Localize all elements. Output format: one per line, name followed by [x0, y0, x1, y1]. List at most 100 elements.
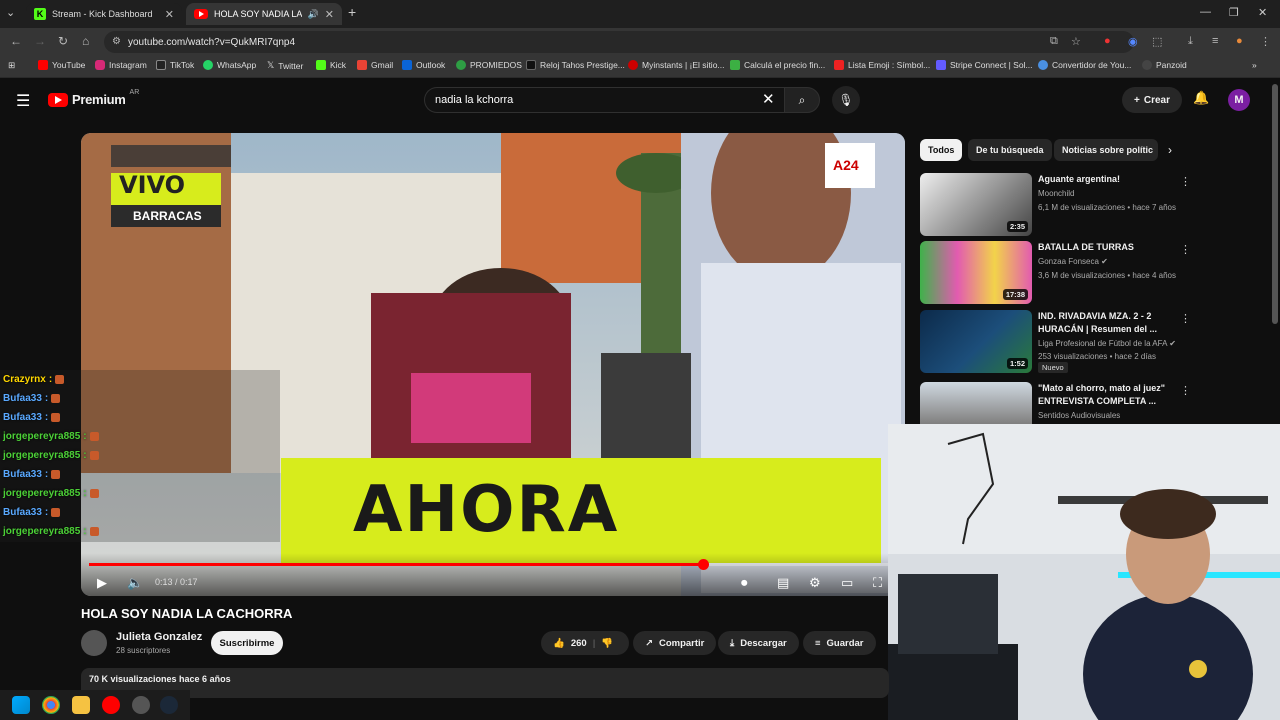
autoplay-toggle[interactable]: ⏺ [741, 575, 748, 591]
maximize-icon[interactable]: ❐ [1229, 6, 1239, 19]
bookmark-myinstants[interactable]: Myinstants | ¡El sitio... [628, 60, 725, 70]
bookmark-panzoid[interactable]: Panzoid [1142, 60, 1187, 70]
chevron-right-icon[interactable]: › [1168, 143, 1172, 157]
extension-icon[interactable]: ◉ [1128, 35, 1138, 48]
volume-icon[interactable]: 🔈 [127, 575, 143, 591]
bookmark-gmail[interactable]: Gmail [357, 60, 393, 70]
bookmark-calcula[interactable]: Calculá el precio fin... [730, 60, 825, 70]
more-options-icon[interactable]: ⋮ [1180, 243, 1191, 256]
recommendation-title[interactable]: IND. RIVADAVIA MZA. 2 - 2 HURACÁN | Resu… [1038, 310, 1173, 336]
clear-search-icon[interactable]: ✕ [762, 90, 775, 108]
more-bookmarks-icon[interactable]: » [1252, 60, 1257, 70]
video-thumbnail[interactable]: 17:38 [920, 241, 1032, 304]
site-info-icon[interactable]: ⚙ [112, 36, 121, 47]
forward-icon[interactable]: → [34, 34, 46, 48]
youtube-logo[interactable]: Premium AR [48, 89, 139, 107]
video-thumbnail[interactable]: 2:35 [920, 173, 1032, 236]
theater-mode-icon[interactable]: ▭ [841, 575, 853, 591]
bookmark-convertidor[interactable]: Convertidor de You... [1038, 60, 1131, 70]
hamburger-menu-icon[interactable]: ☰ [16, 91, 30, 111]
bookmark-tiktok[interactable]: TikTok [156, 60, 194, 70]
progress-bar[interactable] [89, 559, 897, 570]
dislike-icon[interactable]: 👎 [601, 638, 613, 649]
recommendation-channel[interactable]: Sentidos Audiovisuales [1038, 411, 1120, 420]
bookmark-twitter[interactable]: 𝕏 Twitter [267, 60, 303, 71]
bookmark-reloj[interactable]: Reloj Tahos Prestige... [526, 60, 625, 70]
bookmark-kick[interactable]: Kick [316, 60, 346, 70]
steam-icon[interactable] [160, 696, 178, 714]
bookmark-stripe[interactable]: Stripe Connect | Sol... [936, 60, 1033, 70]
close-icon[interactable]: ✕ [165, 8, 174, 21]
minimize-icon[interactable]: — [1200, 6, 1211, 18]
subscribe-button[interactable]: Suscribirme [211, 631, 283, 655]
chip-todos[interactable]: Todos [920, 139, 963, 161]
like-count[interactable]: 260 [571, 638, 587, 649]
address-bar[interactable]: ⚙ youtube.com/watch?v=QukMRI7qnp4 [104, 31, 1134, 53]
channel-name[interactable]: Julieta Gonzalez [116, 631, 202, 643]
like-icon[interactable]: 👍 [553, 638, 565, 649]
user-avatar[interactable]: M [1228, 89, 1250, 111]
menu-icon[interactable]: ⋮ [1260, 35, 1271, 48]
reload-icon[interactable]: ↻ [58, 34, 68, 48]
fullscreen-icon[interactable]: ⛶ [873, 575, 882, 591]
chip-noticias[interactable]: Noticias sobre polític [1054, 139, 1158, 161]
subtitles-icon[interactable]: ▤ [777, 575, 789, 591]
tab-youtube-video[interactable]: HOLA SOY NADIA LA CACHORRA 🔊 ✕ [186, 3, 342, 25]
settings-gear-icon[interactable]: ⚙ [809, 575, 821, 591]
chip-de-tu-busqueda[interactable]: De tu búsqueda [968, 139, 1052, 161]
profile-icon[interactable]: ● [1236, 35, 1243, 47]
bookmark-youtube[interactable]: YouTube [38, 60, 85, 70]
search-input[interactable]: nadia la kchorra [424, 87, 784, 113]
recommendation-title[interactable]: Aguante argentina! [1038, 173, 1173, 186]
notifications-bell-icon[interactable]: 🔔 [1193, 90, 1209, 106]
tab-search-icon[interactable]: ⌄ [6, 6, 15, 19]
new-tab-button[interactable]: + [348, 4, 356, 20]
more-options-icon[interactable]: ⋮ [1180, 175, 1191, 188]
bookmark-whatsapp[interactable]: WhatsApp [203, 60, 256, 70]
back-icon[interactable]: ← [10, 34, 22, 48]
recommendation-item[interactable]: 17:38 BATALLA DE TURRAS Gonzaa Fonseca ✔… [920, 241, 1270, 305]
progress-scrubber[interactable] [698, 559, 710, 570]
home-icon[interactable]: ⌂ [82, 34, 89, 48]
description-box[interactable]: 70 K visualizaciones hace 6 años [81, 668, 889, 698]
obs-icon[interactable] [132, 696, 150, 714]
recommendation-channel[interactable]: Liga Profesional de Fútbol de la AFA ✔ [1038, 339, 1176, 348]
page-scrollbar[interactable] [1272, 84, 1278, 324]
chrome-icon[interactable] [42, 696, 60, 714]
recommendation-title[interactable]: BATALLA DE TURRAS [1038, 241, 1173, 254]
bookmark-emoji[interactable]: Lista Emoji : Símbol... [834, 60, 930, 70]
play-icon[interactable]: ▶ [97, 575, 107, 591]
extension-icon[interactable]: ● [1104, 35, 1111, 47]
file-explorer-icon[interactable] [72, 696, 90, 714]
bookmark-outlook[interactable]: Outlook [402, 60, 445, 70]
recommendation-channel[interactable]: Gonzaa Fonseca ✔ [1038, 257, 1108, 266]
video-thumbnail[interactable]: 1:52 [920, 310, 1032, 373]
channel-avatar[interactable] [81, 630, 107, 656]
tab-kick-dashboard[interactable]: K Stream - Kick Dashboard ✕ [26, 3, 182, 25]
close-icon[interactable]: ✕ [325, 8, 334, 21]
window-close-icon[interactable]: ✕ [1258, 6, 1267, 19]
share-button[interactable]: ↗ Compartir [633, 631, 717, 655]
bookmark-promiedos[interactable]: PROMIEDOS [456, 60, 522, 70]
windows-start-icon[interactable] [12, 696, 30, 714]
extensions-icon[interactable]: ⬚ [1152, 35, 1162, 48]
media-icon[interactable]: ≡ [1212, 35, 1218, 47]
recommendation-channel[interactable]: Moonchild [1038, 189, 1074, 198]
create-button[interactable]: + Crear [1122, 87, 1182, 113]
more-options-icon[interactable]: ⋮ [1180, 312, 1191, 325]
install-icon[interactable]: ⧉ [1050, 35, 1058, 48]
bookmark-star-icon[interactable]: ☆ [1071, 35, 1081, 48]
search-button[interactable]: ⌕ [784, 87, 820, 113]
voice-search-button[interactable]: 🎙 [832, 86, 860, 114]
download-icon[interactable]: ⤓ [1188, 35, 1193, 48]
youtube-app-icon[interactable] [102, 696, 120, 714]
apps-icon[interactable]: ⊞ [8, 60, 15, 71]
more-options-icon[interactable]: ⋮ [1180, 384, 1191, 397]
download-button[interactable]: ⤓ Descargar [718, 631, 799, 655]
speaker-icon[interactable]: 🔊 [308, 9, 319, 20]
save-button[interactable]: ≡ Guardar [803, 631, 876, 655]
recommendation-title[interactable]: "Mato al chorro, mato al juez" ENTREVIST… [1038, 382, 1173, 408]
recommendation-item[interactable]: 2:35 Aguante argentina! Moonchild 6,1 M … [920, 173, 1270, 237]
recommendation-item[interactable]: 1:52 IND. RIVADAVIA MZA. 2 - 2 HURACÁN |… [920, 310, 1270, 374]
bookmark-instagram[interactable]: Instagram [95, 60, 147, 70]
